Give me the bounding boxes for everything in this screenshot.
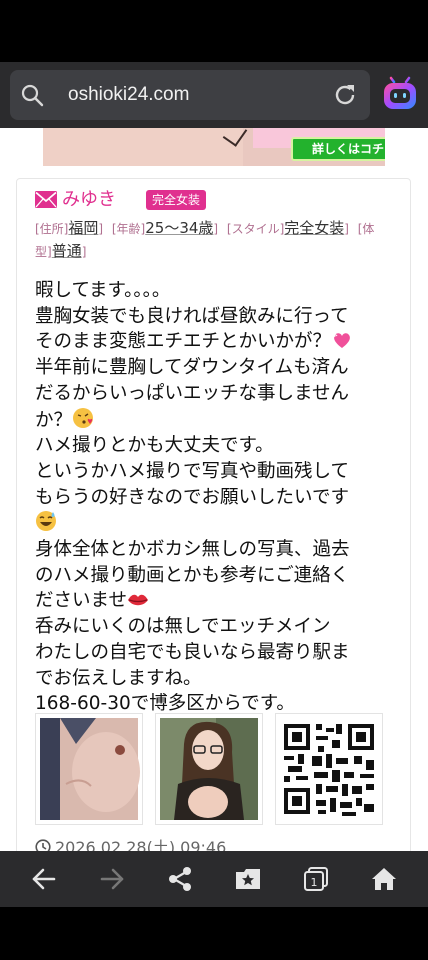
photo-1-image [40,718,140,820]
attr-address-bracket: ] [98,222,104,236]
assistant-bot-icon[interactable] [382,76,418,112]
body-line: 暇してます。。。。 [35,280,171,301]
attr-style-bracket: ] [344,222,349,236]
post-timestamp: 2026.02.28(土) 09:46 [35,834,226,851]
banner-image [43,128,243,166]
page-content[interactable]: 詳しくはコチラ みゆき 完全女装 [住所]福岡] [年齢]25〜34歳] [スタ… [0,128,428,851]
attr-address: [住所]福岡] [35,219,103,237]
attr-age-value: 25〜34歳 [145,219,214,237]
body-line: というかハメ撮りで写真や動画残して [35,460,349,482]
back-arrow-icon[interactable] [30,865,58,893]
attr-body-value: 普通 [51,242,82,260]
body-line: わたしの自宅でも良いなら最寄り駅ま [35,641,350,663]
kissing-face-icon [73,407,94,428]
attr-address-value: 福岡 [68,219,99,237]
attr-style: [スタイル]完全女装] [227,219,349,237]
search-icon [21,84,44,107]
sweat-smile-icon [36,511,56,532]
body-line: 身体全体とかボカシ無しの写真、過去 [35,539,350,561]
attr-style-value: 完全女装 [284,219,345,237]
body-line: ハメ撮りとかも大丈夫です。 [35,435,274,457]
body-line: か？ [35,407,401,434]
tabs-icon: 1 [304,867,328,891]
attr-body-bracket: ] [81,245,87,259]
reload-icon[interactable] [332,82,358,108]
attr-address-label: [住所] [35,222,69,236]
browser-toolbar: oshioki24.com [0,62,428,128]
body-line [35,510,401,537]
body-line: だるからいっぱいエッチな事しません [35,382,349,404]
post-date-text: 2026.02.28(土) 09:46 [55,838,227,851]
body-line-text: ださいませ [35,590,127,612]
tabs-button[interactable]: 1 [302,865,330,893]
photo-2-image [160,718,258,820]
home-icon[interactable] [370,865,398,893]
post-card: みゆき 完全女装 [住所]福岡] [年齢]25〜34歳] [スタイル]完全女装]… [16,178,411,851]
clock-icon [35,839,51,851]
attr-body-label-2: 型] [35,245,52,259]
ad-banner[interactable]: 詳しくはコチラ [43,128,385,166]
poster-badge: 完全女装 [146,190,207,210]
post-photo-thumbnail[interactable] [35,713,143,825]
status-bar [0,0,428,62]
body-line: 半年前に豊胸してダウンタイムも済ん [35,357,349,379]
body-line: もらうの好きなのでお願いしたいです [35,486,349,508]
system-nav-area [0,907,428,960]
body-line: でお伝えしますね。 [35,667,202,689]
banner-details-button[interactable]: 詳しくはコチラ [291,137,385,161]
attr-body-label-1: [体 [357,222,375,236]
kiss-lips-icon [127,595,148,606]
bookmark-star-icon[interactable] [234,865,262,893]
browser-bottom-nav: 1 [0,851,428,907]
body-line-text: か？ [35,409,73,431]
sparkling-hearts-icon [334,333,350,349]
qr-code-thumbnail[interactable] [275,713,383,825]
share-icon[interactable] [166,865,194,893]
body-line: のハメ撮り動画とかも参考にご連絡く [35,564,350,586]
poster-attributes: [住所]福岡] [年齢]25〜34歳] [スタイル]完全女装] [体 型]普通] [35,217,395,263]
poster-name[interactable]: みゆき [62,189,116,211]
attr-age-bracket: ] [213,222,219,236]
qr-code-image [276,714,382,824]
body-line: ださいませ [35,588,401,614]
body-line-text: そのまま変態エチエチとかいかが？ [35,331,332,353]
post-photo-thumbnail[interactable] [155,713,263,825]
post-body: 暇してます。。。。 豊胸女装でも良ければ昼飲みに行って そのまま変態エチエチとか… [35,278,401,717]
mail-icon [35,191,57,208]
attr-style-label: [スタイル] [226,222,285,236]
body-line: そのまま変態エチエチとかいかが？ [35,329,401,355]
tab-count: 1 [311,876,318,889]
address-bar[interactable]: oshioki24.com [10,70,370,120]
forward-arrow-icon[interactable] [98,865,126,893]
body-line: 呑みにいくのは無しでエッチメイン [35,616,331,638]
body-line: 豊胸女装でも良ければ昼飲みに行って [35,305,349,327]
attr-age: [年齢]25〜34歳] [112,219,218,237]
attr-age-label: [年齢] [111,222,146,236]
url-text[interactable]: oshioki24.com [68,83,189,107]
